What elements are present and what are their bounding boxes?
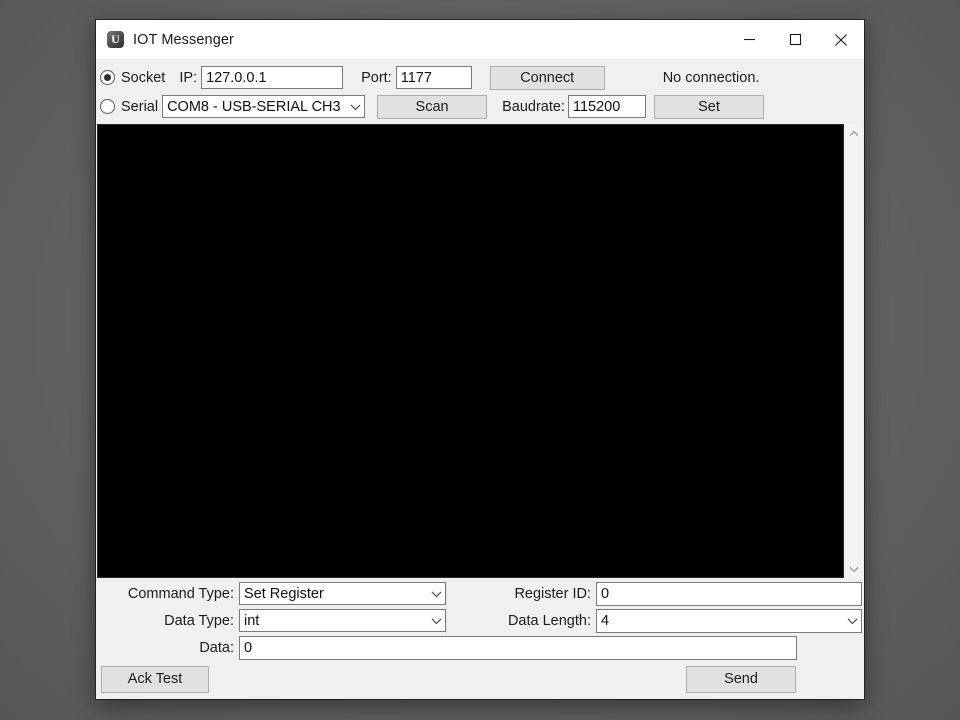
socket-radio[interactable]: Socket (100, 70, 165, 86)
console-scrollbar[interactable] (844, 124, 863, 578)
ip-input[interactable] (201, 66, 344, 89)
set-baudrate-button[interactable]: Set (653, 94, 764, 119)
chevron-down-icon (844, 617, 861, 625)
connection-toolbar: Socket IP: Port: Connect No connection. … (96, 59, 864, 124)
window-title: IOT Messenger (133, 31, 234, 48)
chevron-down-icon (428, 617, 445, 625)
message-log[interactable] (97, 124, 844, 578)
chevron-down-icon (428, 590, 445, 598)
data-length-value: 4 (601, 612, 610, 629)
register-id-input[interactable] (596, 581, 862, 606)
scroll-down-icon[interactable] (845, 560, 863, 578)
chevron-down-icon (347, 103, 364, 111)
form-left-column: Command Type: Set Register Data Type: in… (98, 581, 446, 635)
baudrate-label: Baudrate: (502, 98, 565, 115)
ack-test-button[interactable]: Ack Test (101, 666, 209, 693)
socket-row: Socket IP: Port: Connect No connection. (96, 64, 864, 91)
serial-port-select[interactable]: COM8 - USB-SERIAL CH3 (162, 95, 366, 118)
command-type-label: Command Type: (127, 585, 234, 602)
close-button[interactable] (818, 20, 864, 59)
data-length-row: Data Length: 4 (447, 608, 862, 633)
maximize-button[interactable] (772, 20, 818, 59)
socket-radio-label: Socket (121, 69, 166, 86)
serial-port-value: COM8 - USB-SERIAL CH3 (167, 98, 341, 115)
minimize-button[interactable] (726, 20, 772, 59)
send-button[interactable]: Send (686, 666, 796, 693)
connection-status: No connection. (662, 69, 760, 86)
data-type-label: Data Type: (164, 612, 234, 629)
command-type-select[interactable]: Set Register (239, 582, 446, 605)
data-type-value: int (244, 612, 260, 629)
u-logo-icon: U (107, 31, 124, 48)
data-input[interactable] (239, 635, 797, 660)
data-label: Data: (199, 639, 234, 656)
data-row: Data: (98, 635, 862, 660)
serial-radio[interactable]: Serial (100, 99, 158, 115)
serial-row: Serial COM8 - USB-SERIAL CH3 Scan Baudra… (96, 93, 864, 120)
console-area (96, 124, 864, 578)
form-right-column: Register ID: Data Length: 4 (446, 581, 862, 635)
register-id-label: Register ID: (514, 585, 591, 602)
register-id-row: Register ID: (447, 581, 862, 606)
baudrate-input[interactable] (567, 95, 646, 118)
command-type-row: Command Type: Set Register (98, 581, 446, 606)
scroll-up-icon[interactable] (845, 124, 863, 142)
port-label: Port: (361, 69, 392, 86)
socket-radio-indicator (100, 70, 115, 85)
data-type-select[interactable]: int (239, 609, 446, 632)
data-length-select[interactable]: 4 (596, 608, 862, 633)
ip-label: IP: (179, 69, 198, 86)
data-type-row: Data Type: int (98, 608, 446, 633)
serial-radio-label: Serial (121, 98, 159, 115)
application-window: U IOT Messenger Socket IP: Port: Connect… (96, 20, 864, 699)
command-form: Command Type: Set Register Data Type: in… (96, 578, 864, 699)
scan-button[interactable]: Scan (377, 94, 488, 119)
title-bar: U IOT Messenger (96, 20, 864, 59)
connect-button[interactable]: Connect (489, 65, 605, 90)
port-input[interactable] (395, 66, 472, 89)
data-length-label: Data Length: (507, 612, 591, 629)
action-button-row: Ack Test Send (98, 662, 862, 699)
serial-radio-indicator (100, 99, 115, 114)
command-type-value: Set Register (244, 585, 324, 602)
